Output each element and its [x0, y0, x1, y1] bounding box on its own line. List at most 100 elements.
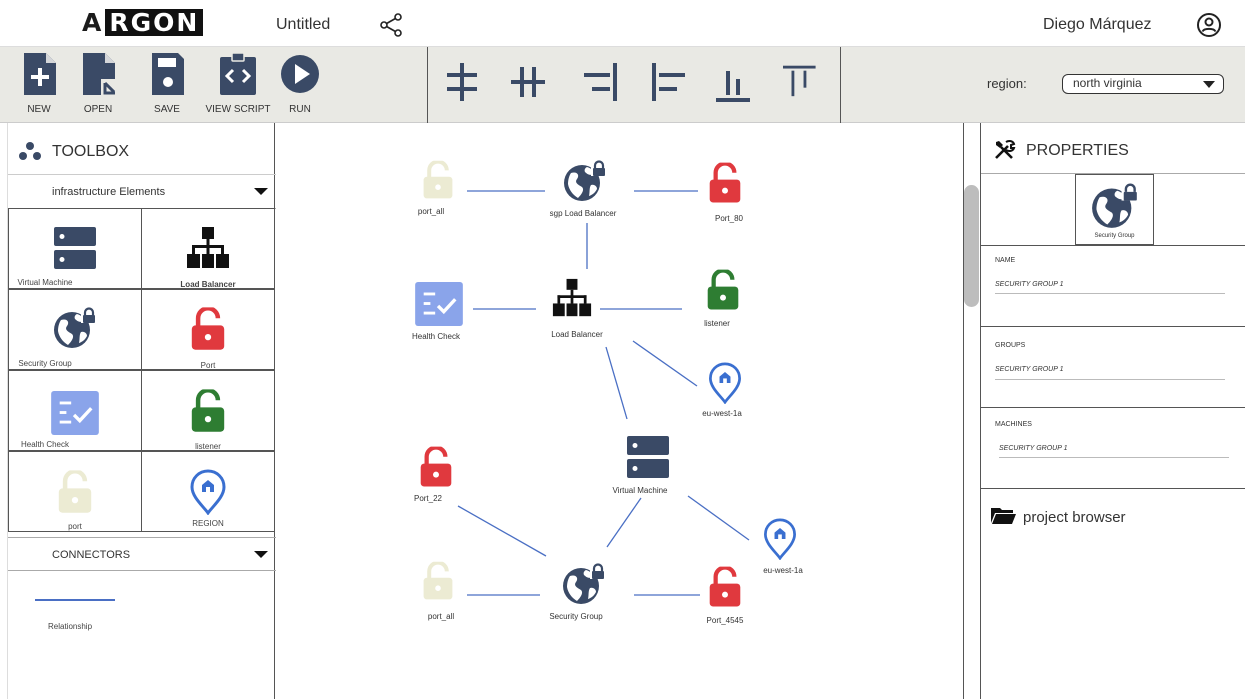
globe-lock-icon [53, 306, 97, 350]
view-script-button-label: VIEW SCRIPT [205, 104, 271, 115]
tools-icon [995, 139, 1016, 159]
toolbox-item-virtual-machine[interactable]: Virtual Machine [8, 208, 142, 289]
user-name: Diego Márquez [1043, 16, 1152, 33]
canvas-node-hierarchy-icon[interactable] [552, 278, 592, 318]
caret-down-icon [254, 188, 268, 195]
toolbox-item-label: Health Check [20, 440, 70, 449]
hierarchy-icon [186, 226, 230, 270]
node-label: eu-west-1a [763, 566, 803, 575]
relationship-connector[interactable] [35, 599, 115, 601]
toolbox-item-port[interactable]: Port [141, 289, 275, 370]
groups-field: GROUPS SECURITY GROUP 1 [981, 326, 1245, 407]
toolbox-item-listener[interactable]: listener [141, 370, 275, 451]
canvas-node-map-pin-icon[interactable] [763, 518, 797, 560]
diagram-canvas[interactable]: port_all sgp Load Balancer Port_80 Healt… [276, 123, 963, 699]
new-file-icon [24, 53, 56, 95]
toolbox-item-label: listener [195, 442, 221, 451]
toolbox-item-label: Load Balancer [180, 280, 236, 289]
node-label: sgp Load Balancer [549, 209, 617, 218]
top-bar: A RGON Untitled Diego Márquez [0, 0, 1245, 47]
field-underline [999, 457, 1229, 458]
new-button[interactable]: NEW [17, 47, 61, 123]
canvas-node-port-unassigned[interactable] [422, 160, 454, 200]
project-browser-title[interactable]: project browser [1023, 509, 1126, 526]
node-label: eu-west-1a [702, 409, 742, 418]
padlock-icon [57, 470, 93, 514]
properties-header: PROPERTIES [981, 123, 1245, 174]
canvas-node-security-group-icon[interactable] [563, 159, 607, 203]
canvas-node-checklist-icon[interactable] [414, 282, 464, 326]
groups-field-label: GROUPS [995, 342, 1026, 349]
toolbox-item-load-balancer[interactable]: Load Balancer [141, 208, 275, 289]
field-underline [995, 379, 1225, 380]
run-button-label: RUN [289, 104, 311, 115]
toolbox-dots-icon [19, 142, 41, 160]
share-icon[interactable] [378, 12, 404, 38]
caret-down-icon [254, 551, 268, 558]
groups-field-value[interactable]: SECURITY GROUP 1 [995, 366, 1063, 373]
properties-panel: PROPERTIES Security Group NAME SECURITY … [980, 123, 1245, 699]
align-bottom-icon[interactable] [716, 61, 750, 103]
chevron-down-icon [1203, 81, 1215, 88]
toolbox-title: TOOLBOX [52, 143, 130, 160]
canvas-node-map-pin-icon[interactable] [708, 362, 742, 404]
node-label: Security Group [549, 612, 603, 621]
map-pin-icon [190, 469, 226, 515]
field-underline [995, 293, 1225, 294]
document-title[interactable]: Untitled [276, 16, 330, 34]
machines-field-value[interactable]: SECURITY GROUP 1 [999, 445, 1067, 452]
logo-letter: A [82, 8, 104, 37]
user-account-icon[interactable] [1196, 12, 1222, 38]
canvas-node-port-icon[interactable] [708, 162, 742, 204]
toolbox-item-label: Security Group [18, 359, 72, 368]
toolbox-panel: TOOLBOX infrastructure Elements Virtual … [7, 123, 276, 699]
region-select[interactable]: north virginia [1062, 74, 1224, 94]
connectors-label: CONNECTORS [52, 549, 131, 561]
connector-line[interactable] [457, 505, 547, 557]
canvas-scrollbar-thumb[interactable] [964, 185, 979, 307]
connector-line[interactable] [606, 497, 642, 548]
node-label: Health Check [411, 332, 461, 341]
canvas-node-port-icon[interactable] [708, 565, 742, 609]
node-label: port_all [417, 207, 445, 216]
align-horizontal-center-icon[interactable] [445, 61, 479, 103]
save-button[interactable]: SAVE [145, 47, 189, 123]
toolbox-item-health-check[interactable]: Health Check [8, 370, 142, 451]
align-right-icon[interactable] [584, 61, 618, 103]
open-button-label: OPEN [83, 104, 113, 115]
open-button[interactable]: OPEN [76, 47, 120, 123]
toolbox-item-region[interactable]: REGION [141, 451, 275, 532]
canvas-node-security-group-icon[interactable] [562, 562, 606, 606]
canvas-node-port-unassigned[interactable] [422, 560, 454, 602]
server-icon [53, 226, 97, 270]
canvas-node-listener-icon[interactable] [706, 269, 740, 311]
toolbox-item-port-unassigned[interactable]: port [8, 451, 142, 532]
distribute-horizontal-icon[interactable] [511, 61, 545, 103]
relationship-label: Relationship [48, 622, 93, 631]
run-button[interactable]: RUN [280, 47, 320, 123]
name-field-value[interactable]: SECURITY GROUP 1 [995, 281, 1063, 288]
align-left-icon[interactable] [651, 61, 685, 103]
infrastructure-elements-dropdown[interactable]: infrastructure Elements [8, 175, 276, 209]
view-script-button[interactable]: VIEW SCRIPT [205, 47, 271, 123]
toolbox-item-security-group[interactable]: Security Group [8, 289, 142, 370]
node-label: Port_4545 [706, 616, 744, 625]
toolbox-item-label: port [68, 522, 82, 531]
canvas-node-server-icon[interactable] [626, 435, 670, 479]
connector-line[interactable] [605, 346, 628, 420]
globe-lock-icon [1091, 182, 1139, 230]
infrastructure-elements-label: infrastructure Elements [52, 186, 166, 198]
name-field: NAME SECURITY GROUP 1 [981, 245, 1245, 326]
node-label: Load Balancer [551, 330, 603, 339]
connector-line[interactable] [632, 340, 698, 387]
connector-line[interactable] [687, 495, 750, 541]
node-label: Virtual Machine [612, 486, 668, 495]
selected-element-preview: Security Group [1075, 174, 1154, 245]
connectors-dropdown[interactable]: CONNECTORS [8, 537, 276, 571]
canvas-node-port-icon[interactable] [419, 445, 453, 489]
toolbox-item-label: Port [200, 361, 216, 370]
node-label: port_all [427, 612, 455, 621]
align-top-icon[interactable] [783, 61, 817, 103]
preview-label: Security Group [1094, 233, 1135, 239]
connection-lines [457, 190, 750, 596]
